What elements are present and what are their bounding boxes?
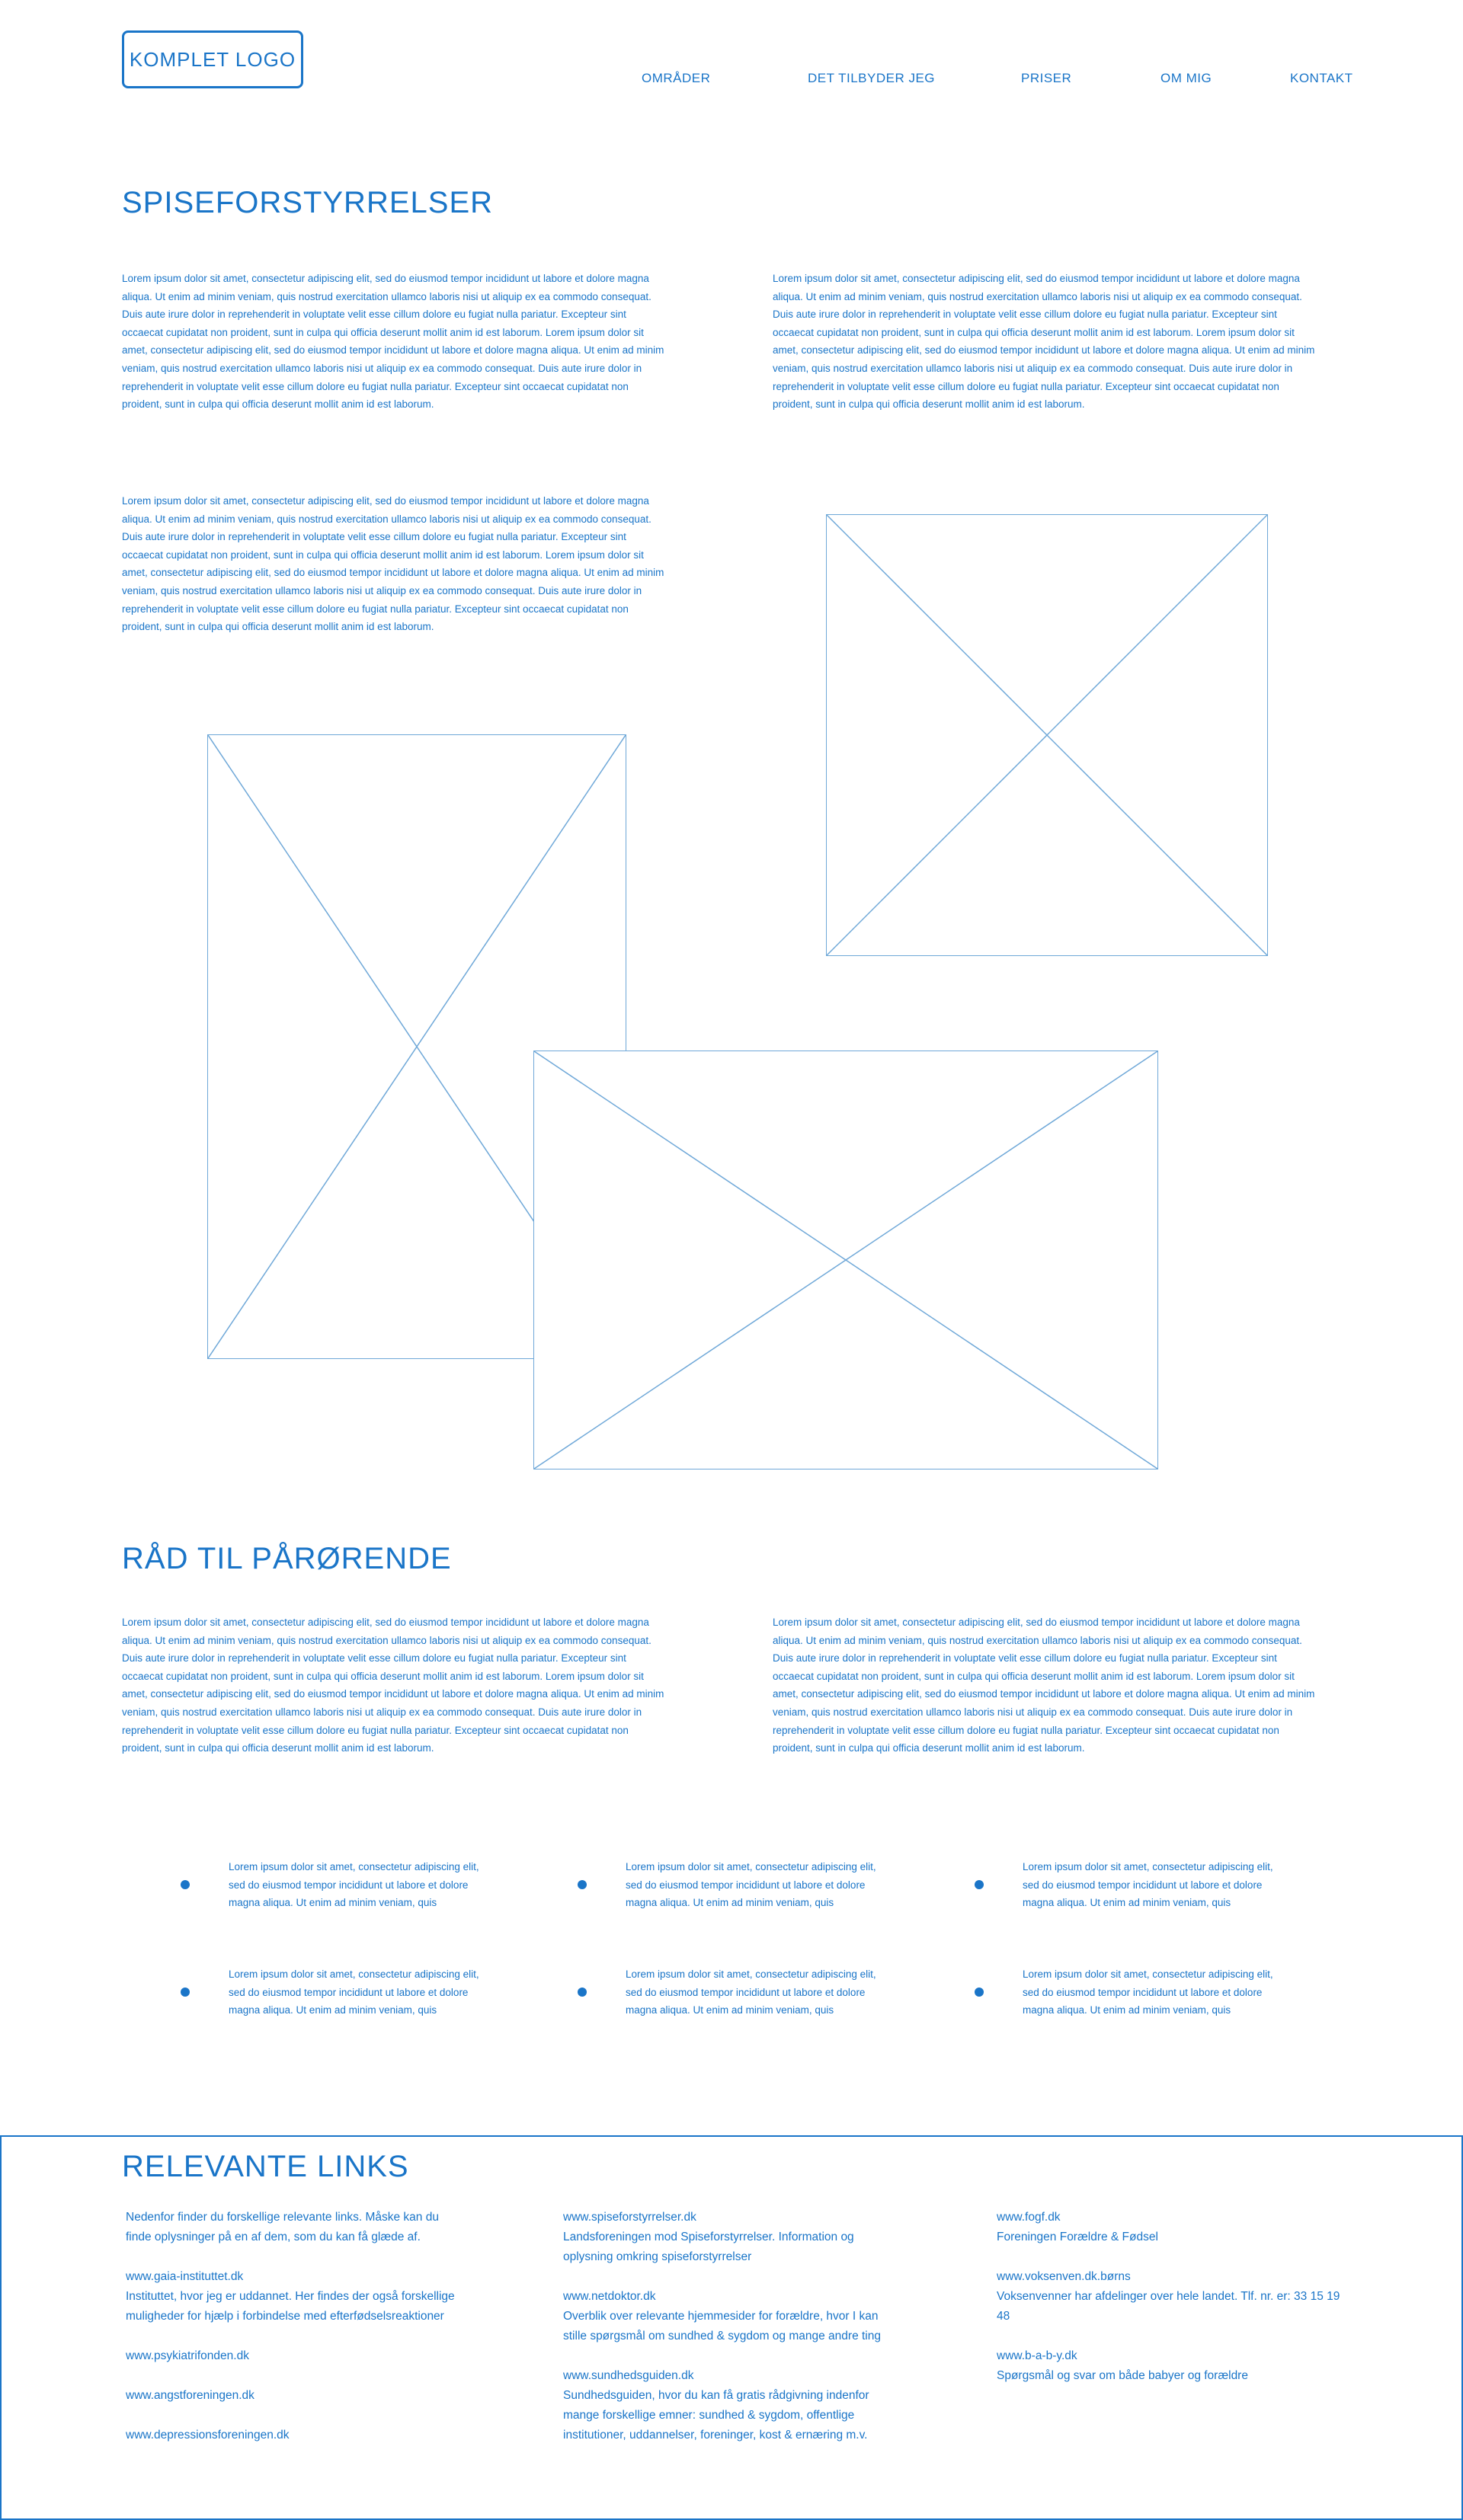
link-item: www.fogf.dk Foreningen Forældre & Fødsel bbox=[997, 2208, 1347, 2247]
link-item: www.depressionsforeningen.dk bbox=[126, 2426, 461, 2445]
link-url[interactable]: www.b-a-b-y.dk bbox=[997, 2346, 1347, 2366]
link-item: www.voksenven.dk.børns Voksenvenner har … bbox=[997, 2267, 1347, 2327]
bullet-text: Lorem ipsum dolor sit amet, consectetur … bbox=[1023, 1861, 1273, 1909]
nav-item-kontakt[interactable]: KONTAKT bbox=[1290, 71, 1353, 86]
nav-item-om-mig[interactable]: OM MIG bbox=[1160, 71, 1212, 86]
bullet-text: Lorem ipsum dolor sit amet, consectetur … bbox=[1023, 1968, 1273, 2016]
nav-item-det-tilbyder-jeg[interactable]: DET TILBYDER JEG bbox=[808, 71, 935, 86]
link-url[interactable]: www.angstforeningen.dk bbox=[126, 2386, 461, 2406]
section-title-rad-til-parorende: RÅD TIL PÅRØRENDE bbox=[122, 1542, 452, 1575]
section2-paragraph-right: Lorem ipsum dolor sit amet, consectetur … bbox=[773, 1617, 1315, 1754]
links-column-1: Nedenfor finder du forskellige relevante… bbox=[126, 2208, 461, 2465]
link-item: www.angstforeningen.dk bbox=[126, 2386, 461, 2406]
link-item: www.psykiatrifonden.dk bbox=[126, 2346, 461, 2366]
section2-paragraph-left: Lorem ipsum dolor sit amet, consectetur … bbox=[122, 1617, 664, 1754]
bullet-dot bbox=[578, 1880, 587, 1889]
link-description: Instituttet, hvor jeg er uddannet. Her f… bbox=[126, 2290, 455, 2323]
link-description: Overblik over relevante hjemmesider for … bbox=[563, 2310, 881, 2343]
link-url[interactable]: www.spiseforstyrrelser.dk bbox=[563, 2208, 898, 2227]
section1-paragraph-third: Lorem ipsum dolor sit amet, consectetur … bbox=[122, 495, 664, 633]
placeholder-cross-icon bbox=[827, 515, 1267, 955]
links-intro: Nedenfor finder du forskellige relevante… bbox=[126, 2211, 439, 2243]
link-url[interactable]: www.gaia-instituttet.dk bbox=[126, 2267, 461, 2287]
links-column-2: www.spiseforstyrrelser.dk Landsforeninge… bbox=[563, 2208, 898, 2465]
link-url[interactable]: www.voksenven.dk.børns bbox=[997, 2267, 1347, 2287]
section-title-spiseforstyrrelser: SPISEFORSTYRRELSER bbox=[122, 186, 494, 219]
section1-paragraph-right: Lorem ipsum dolor sit amet, consectetur … bbox=[773, 273, 1315, 411]
placeholder-cross-icon bbox=[534, 1051, 1157, 1469]
link-description: Landsforeningen mod Spiseforstyrrelser. … bbox=[563, 2231, 854, 2263]
link-item: www.gaia-instituttet.dk Instituttet, hvo… bbox=[126, 2267, 461, 2327]
link-item: www.spiseforstyrrelser.dk Landsforeninge… bbox=[563, 2208, 898, 2267]
bullet-text: Lorem ipsum dolor sit amet, consectetur … bbox=[626, 1861, 876, 1909]
bullet-dot bbox=[975, 1880, 984, 1889]
bullet-dot bbox=[975, 1988, 984, 1997]
link-description: Spørgsmål og svar om både babyer og foræ… bbox=[997, 2369, 1248, 2382]
links-column-3: www.fogf.dk Foreningen Forældre & Fødsel… bbox=[997, 2208, 1347, 2406]
bullet-text: Lorem ipsum dolor sit amet, consectetur … bbox=[626, 1968, 876, 2016]
link-url[interactable]: www.psykiatrifonden.dk bbox=[126, 2346, 461, 2366]
link-description: Sundhedsguiden, hvor du kan få gratis rå… bbox=[563, 2389, 869, 2442]
link-url[interactable]: www.sundhedsguiden.dk bbox=[563, 2366, 898, 2386]
link-url[interactable]: www.depressionsforeningen.dk bbox=[126, 2426, 461, 2445]
link-item: www.netdoktor.dk Overblik over relevante… bbox=[563, 2287, 898, 2346]
link-url[interactable]: www.netdoktor.dk bbox=[563, 2287, 898, 2307]
bullet-text: Lorem ipsum dolor sit amet, consectetur … bbox=[229, 1968, 479, 2016]
link-description: Foreningen Forældre & Fødsel bbox=[997, 2231, 1158, 2243]
image-placeholder-1 bbox=[826, 514, 1268, 956]
bullet-text: Lorem ipsum dolor sit amet, consectetur … bbox=[229, 1861, 479, 1909]
link-item: www.sundhedsguiden.dk Sundhedsguiden, hv… bbox=[563, 2366, 898, 2445]
bullet-dot bbox=[181, 1880, 190, 1889]
nav-item-omrader[interactable]: OMRÅDER bbox=[642, 71, 710, 86]
image-placeholder-3 bbox=[533, 1051, 1158, 1469]
section-title-relevante-links: RELEVANTE LINKS bbox=[122, 2150, 409, 2183]
bullet-dot bbox=[181, 1988, 190, 1997]
nav-item-priser[interactable]: PRISER bbox=[1021, 71, 1071, 86]
section1-paragraph-left: Lorem ipsum dolor sit amet, consectetur … bbox=[122, 273, 664, 411]
link-url[interactable]: www.fogf.dk bbox=[997, 2208, 1347, 2227]
link-description: Voksenvenner har afdelinger over hele la… bbox=[997, 2290, 1340, 2323]
bullet-dot bbox=[578, 1988, 587, 1997]
logo[interactable]: KOMPLET LOGO bbox=[122, 30, 303, 88]
link-item: www.b-a-b-y.dk Spørgsmål og svar om både… bbox=[997, 2346, 1347, 2386]
